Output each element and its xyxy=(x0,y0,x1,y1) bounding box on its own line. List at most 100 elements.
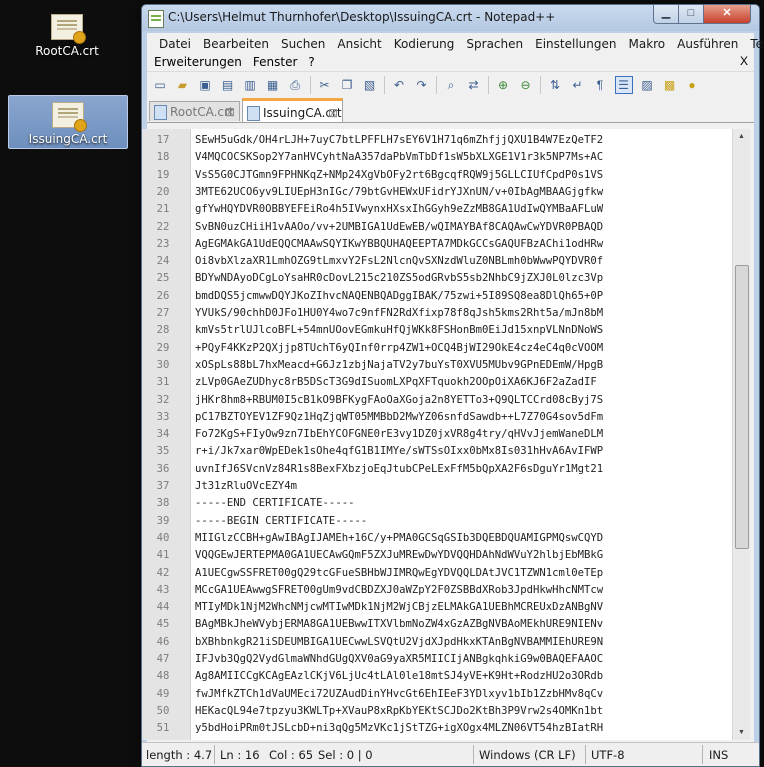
line-text: kmVs5trlUJlcoBFL+54mnUOovEGmkuHfQjWKk8FS… xyxy=(195,324,604,337)
title-bar[interactable]: C:\Users\Helmut Thurnhofer\Desktop\Issui… xyxy=(142,5,759,31)
toolbar-separator xyxy=(384,76,385,94)
open-file-icon[interactable]: ▰ xyxy=(175,77,191,93)
sync-scroll-icon[interactable]: ⇅ xyxy=(547,77,563,93)
show-all-chars-icon[interactable]: ¶ xyxy=(592,77,608,93)
line-number: 21 xyxy=(156,203,170,216)
toolbar-separator xyxy=(488,76,489,94)
redo-icon[interactable]: ↷ xyxy=(414,77,430,93)
line-number: 51 xyxy=(156,722,170,735)
line-number: 29 xyxy=(156,341,170,354)
cut-icon[interactable]: ✂ xyxy=(317,77,333,93)
scroll-up-arrow-icon[interactable]: ▲ xyxy=(733,129,750,144)
indent-guide-icon[interactable]: ☰ xyxy=(614,76,633,94)
menu-kodierung[interactable]: Kodierung xyxy=(389,33,462,53)
minimize-button[interactable]: ▁ xyxy=(653,5,679,24)
line-text: -----BEGIN CERTIFICATE----- xyxy=(195,514,368,527)
toolbar: ▭ ▰ ▣ ▤ ▥ ▦ ⎙ ✂ ❐ ▧ ↶ ↷ ⌕ ⇄ ⊕ ⊖ ⇅ ↵ ¶ ☰ … xyxy=(147,71,754,98)
menu-ausfuehren[interactable]: Ausführen xyxy=(672,33,745,53)
zoom-in-icon[interactable]: ⊕ xyxy=(495,77,511,93)
menu-erweiterungen[interactable]: Erweiterungen xyxy=(154,53,253,71)
close-document-button[interactable]: X xyxy=(740,54,748,68)
save-all-icon[interactable]: ▤ xyxy=(220,77,236,93)
line-number: 40 xyxy=(156,531,170,544)
print-icon[interactable]: ⎙ xyxy=(287,77,303,93)
doc-map-icon[interactable]: ▨ xyxy=(639,77,655,93)
line-number: 43 xyxy=(156,583,170,596)
zoom-out-icon[interactable]: ⊖ xyxy=(518,77,534,93)
line-number: 36 xyxy=(156,462,170,475)
line-text: jHKr8hm8+RBUM0I5cB1kO9BFKygFAoOaXGoja2n8… xyxy=(195,393,604,406)
tab-bar: RootCA.crt ⊠ IssuingCA.crt ⊠ xyxy=(147,98,754,123)
menu-einstellungen[interactable]: Einstellungen xyxy=(530,33,623,53)
line-number: 31 xyxy=(156,376,170,389)
line-number: 47 xyxy=(156,653,170,665)
undo-icon[interactable]: ↶ xyxy=(391,77,407,93)
menu-bar-second-row: Erweiterungen Fenster ? X xyxy=(147,53,754,71)
line-number: 34 xyxy=(156,428,170,441)
maximize-button[interactable]: □ xyxy=(678,5,704,24)
close-button[interactable]: ✕ xyxy=(703,5,751,24)
line-number: 44 xyxy=(156,601,170,614)
line-text: y5bdHoiPRm0tJSLcbD+ni3qQg5MzVKc1jStTZG+i… xyxy=(195,722,604,735)
paste-icon[interactable]: ▧ xyxy=(362,77,378,93)
window-title: C:\Users\Helmut Thurnhofer\Desktop\Issui… xyxy=(168,10,556,24)
line-number: 17 xyxy=(156,134,170,146)
word-wrap-icon[interactable]: ↵ xyxy=(570,77,586,93)
menu-datei[interactable]: Datei xyxy=(154,33,198,53)
line-number: 35 xyxy=(156,445,170,458)
line-text: HEKacQL94e7tpzyu3KWLTp+XVauP8xRpKbYEKtSC… xyxy=(195,704,604,717)
copy-icon[interactable]: ❐ xyxy=(339,77,355,93)
notepadpp-app-icon[interactable] xyxy=(148,10,164,28)
line-text: VQQGEwJERTEPMA0GA1UECAwGQmF5ZXJuMREwDwYD… xyxy=(195,549,604,562)
vertical-scrollbar[interactable]: ▲ ▼ xyxy=(732,129,750,740)
line-text: fwJMfkZTCh1dVaUMEci72UZAudDinYHvcGt6EhIE… xyxy=(195,687,604,700)
tab-issuingca[interactable]: IssuingCA.crt ⊠ xyxy=(242,98,343,122)
macro-icon[interactable]: ● xyxy=(684,77,700,93)
menu-sprachen[interactable]: Sprachen xyxy=(461,33,530,53)
line-text: Jt31zRluOVcEZY4m xyxy=(195,480,298,492)
menu-help[interactable]: ? xyxy=(308,53,325,71)
line-text: BDYwNDAyoDCgLoYsaHR0cDovL215c210ZS5odGRv… xyxy=(195,272,604,285)
menu-fenster[interactable]: Fenster xyxy=(253,53,309,71)
replace-icon[interactable]: ⇄ xyxy=(466,77,482,93)
line-text: MIIGlzCCBH+gAwIBAgIJAMEh+16C/y+PMA0GCSqG… xyxy=(195,531,604,544)
desktop-icon-issuingca[interactable]: IssuingCA.crt xyxy=(8,95,128,149)
line-text: Ag8AMIICCgKCAgEAzlCKjV6LjUc4tLAl0le18mtS… xyxy=(195,670,604,683)
status-divider xyxy=(585,745,586,764)
menu-suchen[interactable]: Suchen xyxy=(276,33,332,53)
line-number: 23 xyxy=(156,237,170,250)
close-file-icon[interactable]: ▥ xyxy=(242,77,258,93)
tab-close-icon[interactable]: ⊠ xyxy=(225,102,235,122)
line-number: 37 xyxy=(156,480,170,492)
menu-bar: Datei Bearbeiten Suchen Ansicht Kodierun… xyxy=(147,33,764,53)
menu-textfx[interactable]: TextFX xyxy=(745,33,764,53)
line-text: YVUkS/90chhD0JFo1HU0Y4wo7c9nfFN2RdXfixp7… xyxy=(195,307,604,319)
line-number: 38 xyxy=(156,497,170,510)
scrollbar-thumb[interactable] xyxy=(735,265,749,549)
tab-rootca[interactable]: RootCA.crt ⊠ xyxy=(149,101,240,121)
line-text: 3MTE62UCO6yv9LIUEpH3nIGc/79btGvHEWxUFidr… xyxy=(195,185,604,198)
scroll-down-arrow-icon[interactable]: ▼ xyxy=(733,725,750,740)
new-file-icon[interactable]: ▭ xyxy=(152,77,168,93)
menu-makro[interactable]: Makro xyxy=(623,33,672,53)
line-number: 42 xyxy=(156,566,170,579)
status-length: length : 4.76 xyxy=(146,748,212,762)
menu-bearbeiten[interactable]: Bearbeiten xyxy=(198,33,276,53)
line-number: 41 xyxy=(156,549,170,562)
editor-text-area[interactable]: 17 SEwH5uGdk/OH4rLJH+7uyC7btLPFFLH7sEY6V1… xyxy=(142,129,732,740)
tab-close-icon[interactable]: ⊠ xyxy=(328,101,338,125)
status-divider xyxy=(702,745,703,764)
menu-ansicht[interactable]: Ansicht xyxy=(332,33,388,53)
line-number: 39 xyxy=(156,514,170,527)
status-divider xyxy=(473,745,474,764)
line-text: MCcGA1UEAwwgSFRET00gUm9vdCBDZXJ0aWZpY2F0… xyxy=(195,583,604,596)
save-icon[interactable]: ▣ xyxy=(197,77,213,93)
desktop-icon-rootca[interactable]: RootCA.crt xyxy=(8,8,126,62)
file-icon xyxy=(154,105,167,120)
notepadpp-window: C:\Users\Helmut Thurnhofer\Desktop\Issui… xyxy=(141,4,764,767)
line-text: MTIyMDk1NjM2WhcNMjcwMTIwMDk1NjM2WjCBjzEL… xyxy=(195,601,604,614)
find-icon[interactable]: ⌕ xyxy=(443,77,459,93)
function-list-icon[interactable]: ▩ xyxy=(662,77,678,93)
certificate-icon xyxy=(52,102,87,132)
close-all-icon[interactable]: ▦ xyxy=(265,77,281,93)
